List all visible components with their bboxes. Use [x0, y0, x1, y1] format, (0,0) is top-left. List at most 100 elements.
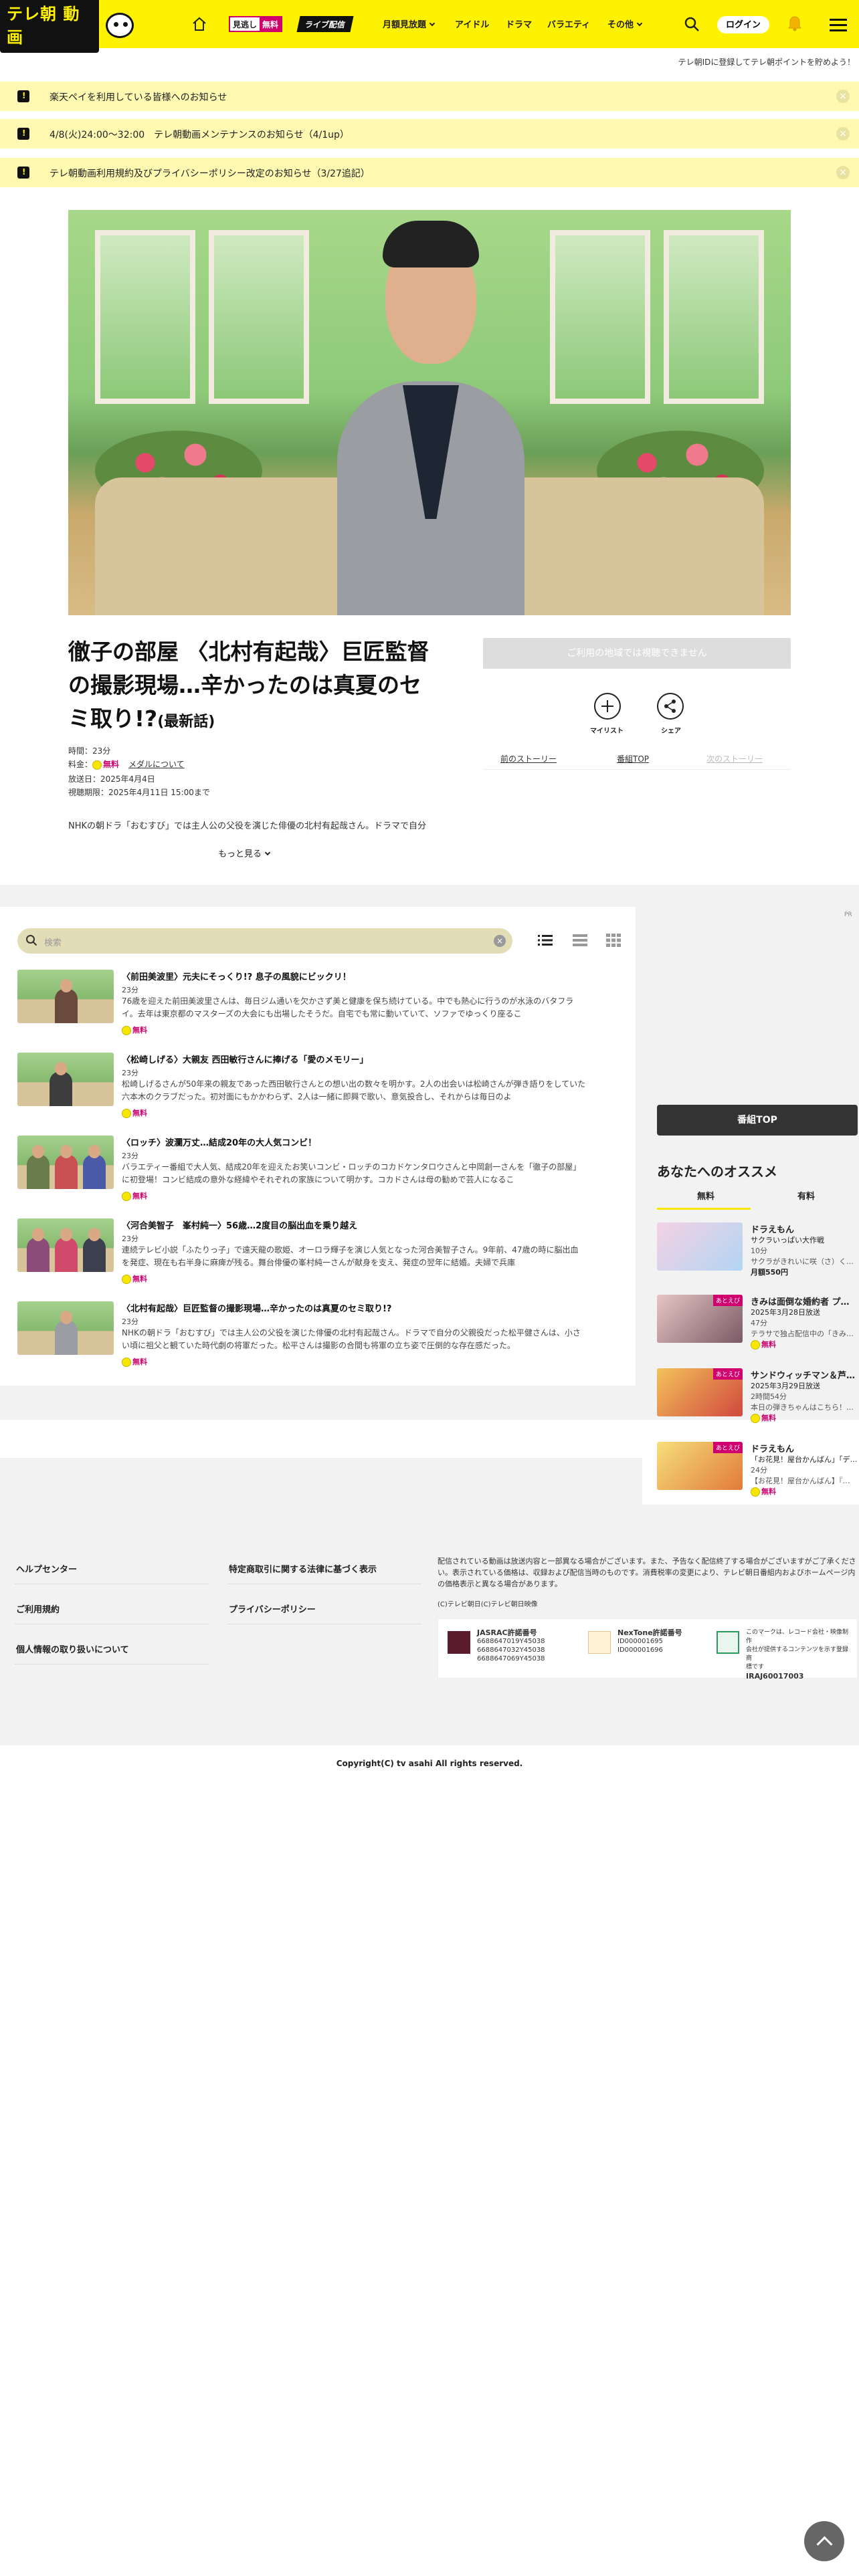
episode-thumbnail[interactable]: [17, 1136, 114, 1189]
nav-monthly[interactable]: 月額見放題: [383, 17, 436, 30]
search-icon[interactable]: [684, 16, 700, 32]
free-badge: 無料: [122, 1025, 147, 1035]
nav-other[interactable]: その他: [607, 17, 643, 30]
episode-list-item[interactable]: 〈ロッチ〉波瀾万丈…結成20年の大人気コンビ！ 23分 バラエティー番組で大人気…: [17, 1136, 586, 1202]
promo-text[interactable]: テレ朝IDに登録してテレ朝ポイントを貯めよう！: [678, 56, 855, 68]
nav-idol[interactable]: アイドル: [455, 17, 489, 30]
program-top-button[interactable]: 番組TOP: [657, 1105, 858, 1136]
episode-list-item[interactable]: 〈前田美波里〉元夫にそっくり!? 息子の風貌にビックリ！ 23分 76歳を迎えた…: [17, 970, 586, 1037]
clear-icon[interactable]: ×: [494, 935, 506, 947]
recommend-thumbnail[interactable]: [657, 1222, 743, 1271]
nav-drama[interactable]: ドラマ: [506, 17, 532, 30]
active-tab-indicator: [657, 1208, 751, 1210]
jasrac-license: JASRAC許諾番号 6688647019Y45038 6688647032Y4…: [477, 1628, 545, 1662]
episode-item-duration: 23分: [122, 1317, 138, 1326]
share-button[interactable]: [657, 693, 684, 720]
close-icon[interactable]: ×: [836, 90, 850, 103]
footer-tokusho-link[interactable]: 特定商取引に関する法律に基づく表示: [229, 1562, 377, 1575]
episode-search-input[interactable]: 検索 ×: [17, 928, 512, 954]
jasrac-logo-icon: [448, 1631, 470, 1654]
episode-item-title[interactable]: 〈河合美智子 峯村純一〉56歳…2度目の脳出血を乗り越え: [122, 1218, 357, 1231]
recommend-tag: あとえび: [712, 1442, 743, 1453]
footer-privacy-handling-link[interactable]: 個人情報の取り扱いについて: [16, 1642, 129, 1655]
medal-link[interactable]: メダルについて: [128, 760, 185, 769]
free-icon: [122, 1275, 131, 1284]
notice-bar[interactable]: テレ朝動画利用規約及びプライバシーポリシー改定のお知らせ（3/27追記） ×: [0, 158, 859, 187]
recommend-item[interactable]: あとえび きみは面倒な婚約者 プ… 2025年3月28日放送 47分 テラサで独…: [657, 1295, 858, 1350]
notice-text[interactable]: 楽天ペイを利用している皆様へのお知らせ: [50, 90, 227, 104]
episode-item-title[interactable]: 〈松崎しげる〉大親友 西田敏行さんに捧げる「愛のメモリー」: [122, 1053, 369, 1065]
episode-thumbnail[interactable]: [17, 1053, 114, 1106]
list-view-icon[interactable]: [538, 934, 553, 947]
mitsu-free-label: 無料: [260, 17, 282, 31]
notice-bar[interactable]: 楽天ペイを利用している皆様へのお知らせ ×: [0, 82, 859, 111]
recommend-item[interactable]: あとえび サンドウィッチマン＆芦… 2025年3月29日放送 2時間54分 本日…: [657, 1368, 858, 1423]
close-icon[interactable]: ×: [836, 127, 850, 140]
mylist-button[interactable]: [594, 693, 621, 720]
chevron-down-icon: [264, 849, 271, 856]
recommend-name[interactable]: ドラえもん: [751, 1442, 858, 1455]
free-icon: [122, 1192, 131, 1201]
grid-view-icon[interactable]: [606, 934, 621, 947]
program-top-link[interactable]: 番組TOP: [617, 753, 649, 764]
episode-thumbnail[interactable]: [17, 1301, 114, 1355]
mitsu-label: 見逃し: [233, 20, 258, 29]
episode-thumbnail[interactable]: [17, 1218, 114, 1272]
free-icon: [122, 1026, 131, 1035]
recommend-thumbnail[interactable]: あとえび: [657, 1442, 743, 1490]
notice-icon: [17, 167, 29, 179]
mascot-icon: [103, 7, 138, 41]
bell-icon[interactable]: [787, 15, 803, 32]
episode-item-title[interactable]: 〈ロッチ〉波瀾万丈…結成20年の大人気コンビ！: [122, 1136, 316, 1148]
recommend-item[interactable]: あとえび ドラえもん 「お花見！屋台かんばん」「デ… 24分 【お花見！屋台かん…: [657, 1442, 858, 1497]
tab-free[interactable]: 無料: [697, 1189, 714, 1202]
episode-price: 料金： 無料 メダルについて: [68, 760, 185, 770]
episode-duration: 時間：23分: [68, 746, 111, 756]
compact-view-icon[interactable]: [573, 934, 587, 947]
unavailable-button[interactable]: ご利用の地域では視聴できません: [483, 638, 791, 669]
recommend-sub: 「お花見！屋台かんばん」「デ…: [751, 1455, 858, 1464]
recommend-thumbnail[interactable]: あとえび: [657, 1295, 743, 1343]
recommend-desc: サクラがきれいに咲（さ）く…: [751, 1257, 854, 1266]
login-button[interactable]: ログイン: [717, 16, 769, 33]
recommend-duration: 2時間54分: [751, 1392, 787, 1401]
recommend-name[interactable]: ドラえもん: [751, 1222, 858, 1235]
notice-bar[interactable]: 4/8(火)24:00～32:00 テレ朝動画メンテナンスのお知らせ（4/1up…: [0, 119, 859, 148]
nav-variety[interactable]: バラエティ: [547, 17, 590, 30]
share-icon: [664, 700, 676, 713]
recommend-name[interactable]: きみは面倒な婚約者 プ…: [751, 1295, 858, 1307]
prev-story-link[interactable]: 前のストーリー: [500, 753, 557, 764]
recommend-price: 無料: [751, 1412, 858, 1423]
tab-paid[interactable]: 有料: [797, 1189, 815, 1202]
episode-description: NHKの朝ドラ「おむすび」では主人公の父役を演じた俳優の北村有起哉さん。ドラマで…: [68, 821, 427, 831]
next-story-link: 次のストーリー: [706, 754, 763, 764]
footer: [0, 1458, 642, 1745]
footer-terms-link[interactable]: ご利用規約: [16, 1602, 60, 1615]
episode-list-item[interactable]: 〈河合美智子 峯村純一〉56歳…2度目の脳出血を乗り越え 23分 連続テレビ小説…: [17, 1218, 586, 1285]
episode-thumbnail[interactable]: [17, 970, 114, 1023]
live-badge[interactable]: ライブ配信: [296, 16, 354, 32]
menu-icon[interactable]: [830, 19, 847, 32]
mitsu-free-badge[interactable]: 見逃し 無料: [229, 16, 283, 32]
recommend-thumbnail[interactable]: あとえび: [657, 1368, 743, 1416]
show-more-button[interactable]: もっと見る: [218, 847, 271, 859]
episode-list-item[interactable]: 〈北村有起哉〉巨匠監督の撮影現場…辛かったのは真夏のセミ取り!? 23分 NHK…: [17, 1301, 586, 1368]
footer-help-link[interactable]: ヘルプセンター: [16, 1562, 77, 1575]
episode-item-title[interactable]: 〈北村有起哉〉巨匠監督の撮影現場…辛かったのは真夏のセミ取り!?: [122, 1301, 391, 1314]
episode-item-title[interactable]: 〈前田美波里〉元夫にそっくり!? 息子の風貌にビックリ！: [122, 970, 351, 982]
footer-privacy-policy-link[interactable]: プライバシーポリシー: [229, 1602, 316, 1615]
recommend-name[interactable]: サンドウィッチマン＆芦…: [751, 1368, 858, 1381]
episode-item-duration: 23分: [122, 986, 138, 994]
footer-credit: (C)テレビ朝日(C)テレビ朝日映像: [438, 1601, 538, 1608]
site-logo[interactable]: テレ朝 動画: [0, 0, 138, 53]
close-icon[interactable]: ×: [836, 166, 850, 179]
episode-list-item[interactable]: 〈松崎しげる〉大親友 西田敏行さんに捧げる「愛のメモリー」 23分 松崎しげるさ…: [17, 1053, 586, 1119]
notice-text[interactable]: テレ朝動画利用規約及びプライバシーポリシー改定のお知らせ（3/27追記）: [50, 167, 370, 180]
recommend-item[interactable]: ドラえもん サクラいっぱい大作戦 10分 サクラがきれいに咲（さ）く… 月額55…: [657, 1222, 858, 1277]
notice-text[interactable]: 4/8(火)24:00～32:00 テレ朝動画メンテナンスのお知らせ（4/1up…: [50, 128, 349, 141]
nextone-license: NexTone許諾番号 ID000001695 ID000001696: [617, 1628, 682, 1654]
home-icon[interactable]: [191, 16, 207, 32]
scroll-top-button[interactable]: [804, 2521, 844, 2561]
episode-deadline: 視聴期限：2025年4月11日 15:00まで: [68, 788, 210, 797]
logo-text: テレ朝 動画: [0, 0, 100, 53]
